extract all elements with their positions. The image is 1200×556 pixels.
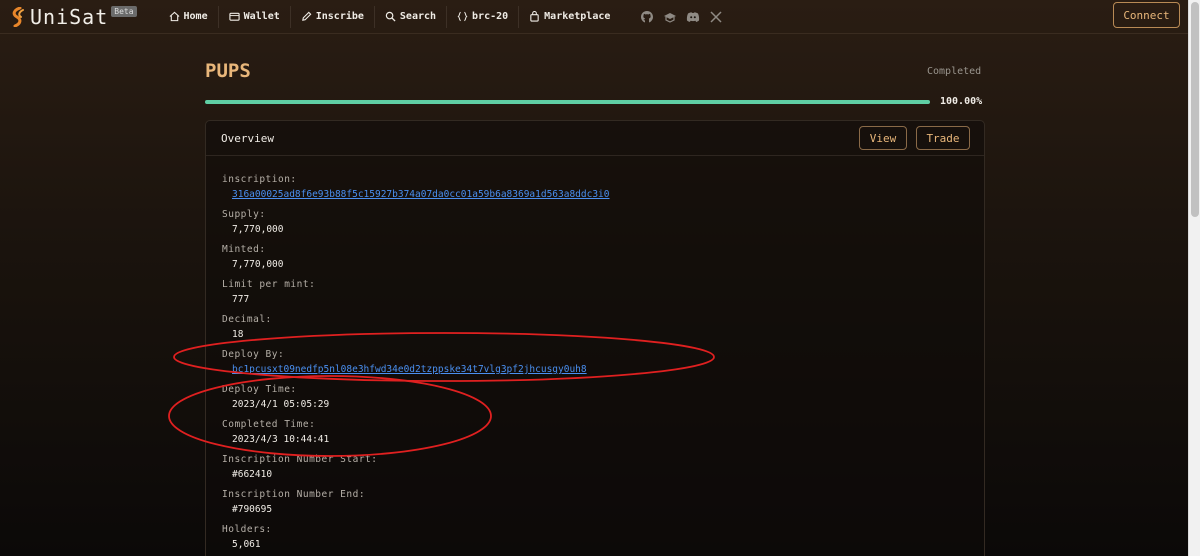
- detail-row: Inscription Number Start: #662410: [222, 453, 610, 488]
- detail-value: 2023/4/1 05:05:29: [232, 399, 330, 410]
- mint-progress-fill: [205, 100, 930, 104]
- mint-progress-label: 100.00%: [940, 96, 983, 107]
- token-status: Completed: [927, 66, 982, 77]
- detail-label: Inscription Number Start:: [222, 454, 378, 465]
- braces-icon: [457, 11, 468, 22]
- detail-value: 2023/4/3 10:44:41: [232, 434, 330, 445]
- detail-row: inscription: 316a00025ad8f6e93b88f5c15927…: [222, 173, 610, 208]
- nav-inscribe-label: Inscribe: [315, 11, 364, 22]
- detail-value: #662410: [232, 469, 273, 480]
- beta-badge: Beta: [111, 6, 137, 17]
- github-icon[interactable]: [640, 10, 654, 24]
- nav-brc20[interactable]: brc-20: [447, 5, 520, 28]
- detail-row: Holders: 5,061: [222, 523, 610, 556]
- wallet-icon: [228, 12, 240, 21]
- detail-row: Decimal: 18: [222, 313, 610, 348]
- detail-label: Deploy By:: [222, 349, 285, 360]
- connect-button[interactable]: Connect: [1113, 2, 1180, 28]
- detail-value: 7,770,000: [232, 259, 284, 270]
- bag-icon: [530, 11, 539, 22]
- detail-row: Supply: 7,770,000: [222, 208, 610, 243]
- detail-label: Inscription Number End:: [222, 489, 366, 500]
- gitbook-icon[interactable]: [663, 10, 677, 24]
- discord-icon[interactable]: [686, 10, 700, 24]
- detail-row: Deploy Time: 2023/4/1 05:05:29: [222, 383, 610, 418]
- nav-home-label: Home: [183, 11, 208, 22]
- detail-label: Deploy Time:: [222, 384, 297, 395]
- detail-value-link[interactable]: bc1pcusxt09nedfp5nl08e3hfwd34e0d2tzppske…: [232, 362, 610, 377]
- detail-value-link[interactable]: 316a00025ad8f6e93b88f5c15927b374a07da0cc…: [232, 187, 610, 202]
- trade-button[interactable]: Trade: [916, 126, 970, 150]
- pencil-icon: [301, 11, 312, 21]
- nav-brc20-label: brc-20: [472, 11, 509, 22]
- nav-inscribe[interactable]: Inscribe: [291, 5, 375, 28]
- detail-label: Minted:: [222, 244, 266, 255]
- home-icon: [169, 11, 179, 22]
- x-icon[interactable]: [709, 10, 723, 24]
- detail-label: Completed Time:: [222, 419, 316, 430]
- logo[interactable]: UniSat Beta: [10, 5, 137, 29]
- detail-value: 7,770,000: [232, 224, 284, 235]
- detail-label: Supply:: [222, 209, 266, 220]
- detail-label: Limit per mint:: [222, 279, 316, 290]
- scrollbar-thumb[interactable]: [1191, 2, 1199, 217]
- nav-marketplace[interactable]: Marketplace: [519, 6, 620, 28]
- nav-wallet-label: Wallet: [243, 11, 280, 22]
- detail-row: Completed Time: 2023/4/3 10:44:41: [222, 418, 610, 453]
- mint-progress-bar: [205, 100, 930, 104]
- detail-row: Inscription Number End: #790695: [222, 488, 610, 523]
- page-scrollbar[interactable]: [1188, 0, 1200, 556]
- main-menu: Home Wallet Inscribe Search brc-20 Marke…: [159, 0, 621, 34]
- view-button[interactable]: View: [859, 126, 907, 150]
- nav-marketplace-label: Marketplace: [544, 11, 611, 22]
- overview-details: inscription: 316a00025ad8f6e93b88f5c15927…: [222, 173, 610, 556]
- detail-value: 5,061: [232, 539, 261, 550]
- detail-label: Holders:: [222, 524, 272, 535]
- detail-value: 777: [232, 294, 250, 305]
- detail-value: 18: [232, 329, 244, 340]
- token-title: PUPS: [205, 60, 251, 82]
- search-icon: [385, 11, 396, 22]
- social-links: [640, 10, 723, 24]
- detail-row: Deploy By: bc1pcusxt09nedfp5nl08e3hfwd34e…: [222, 348, 610, 383]
- detail-row: Minted: 7,770,000: [222, 243, 610, 278]
- detail-row: Limit per mint: 777: [222, 278, 610, 313]
- overview-card: Overview View Trade inscription: 316a0002…: [205, 120, 985, 556]
- nav-search-label: Search: [399, 11, 437, 22]
- nav-search[interactable]: Search: [375, 5, 448, 28]
- overview-title: Overview: [221, 132, 274, 145]
- detail-label: Decimal:: [222, 314, 272, 325]
- unisat-logo-icon: [12, 6, 24, 27]
- nav-home[interactable]: Home: [159, 5, 219, 28]
- detail-value: #790695: [232, 504, 273, 515]
- top-nav: UniSat Beta Home Wallet Inscribe Search …: [0, 0, 1188, 34]
- overview-card-header: Overview View Trade: [206, 121, 984, 156]
- brand-name: UniSat: [30, 4, 109, 29]
- nav-wallet[interactable]: Wallet: [219, 5, 291, 28]
- detail-label: inscription:: [222, 174, 297, 185]
